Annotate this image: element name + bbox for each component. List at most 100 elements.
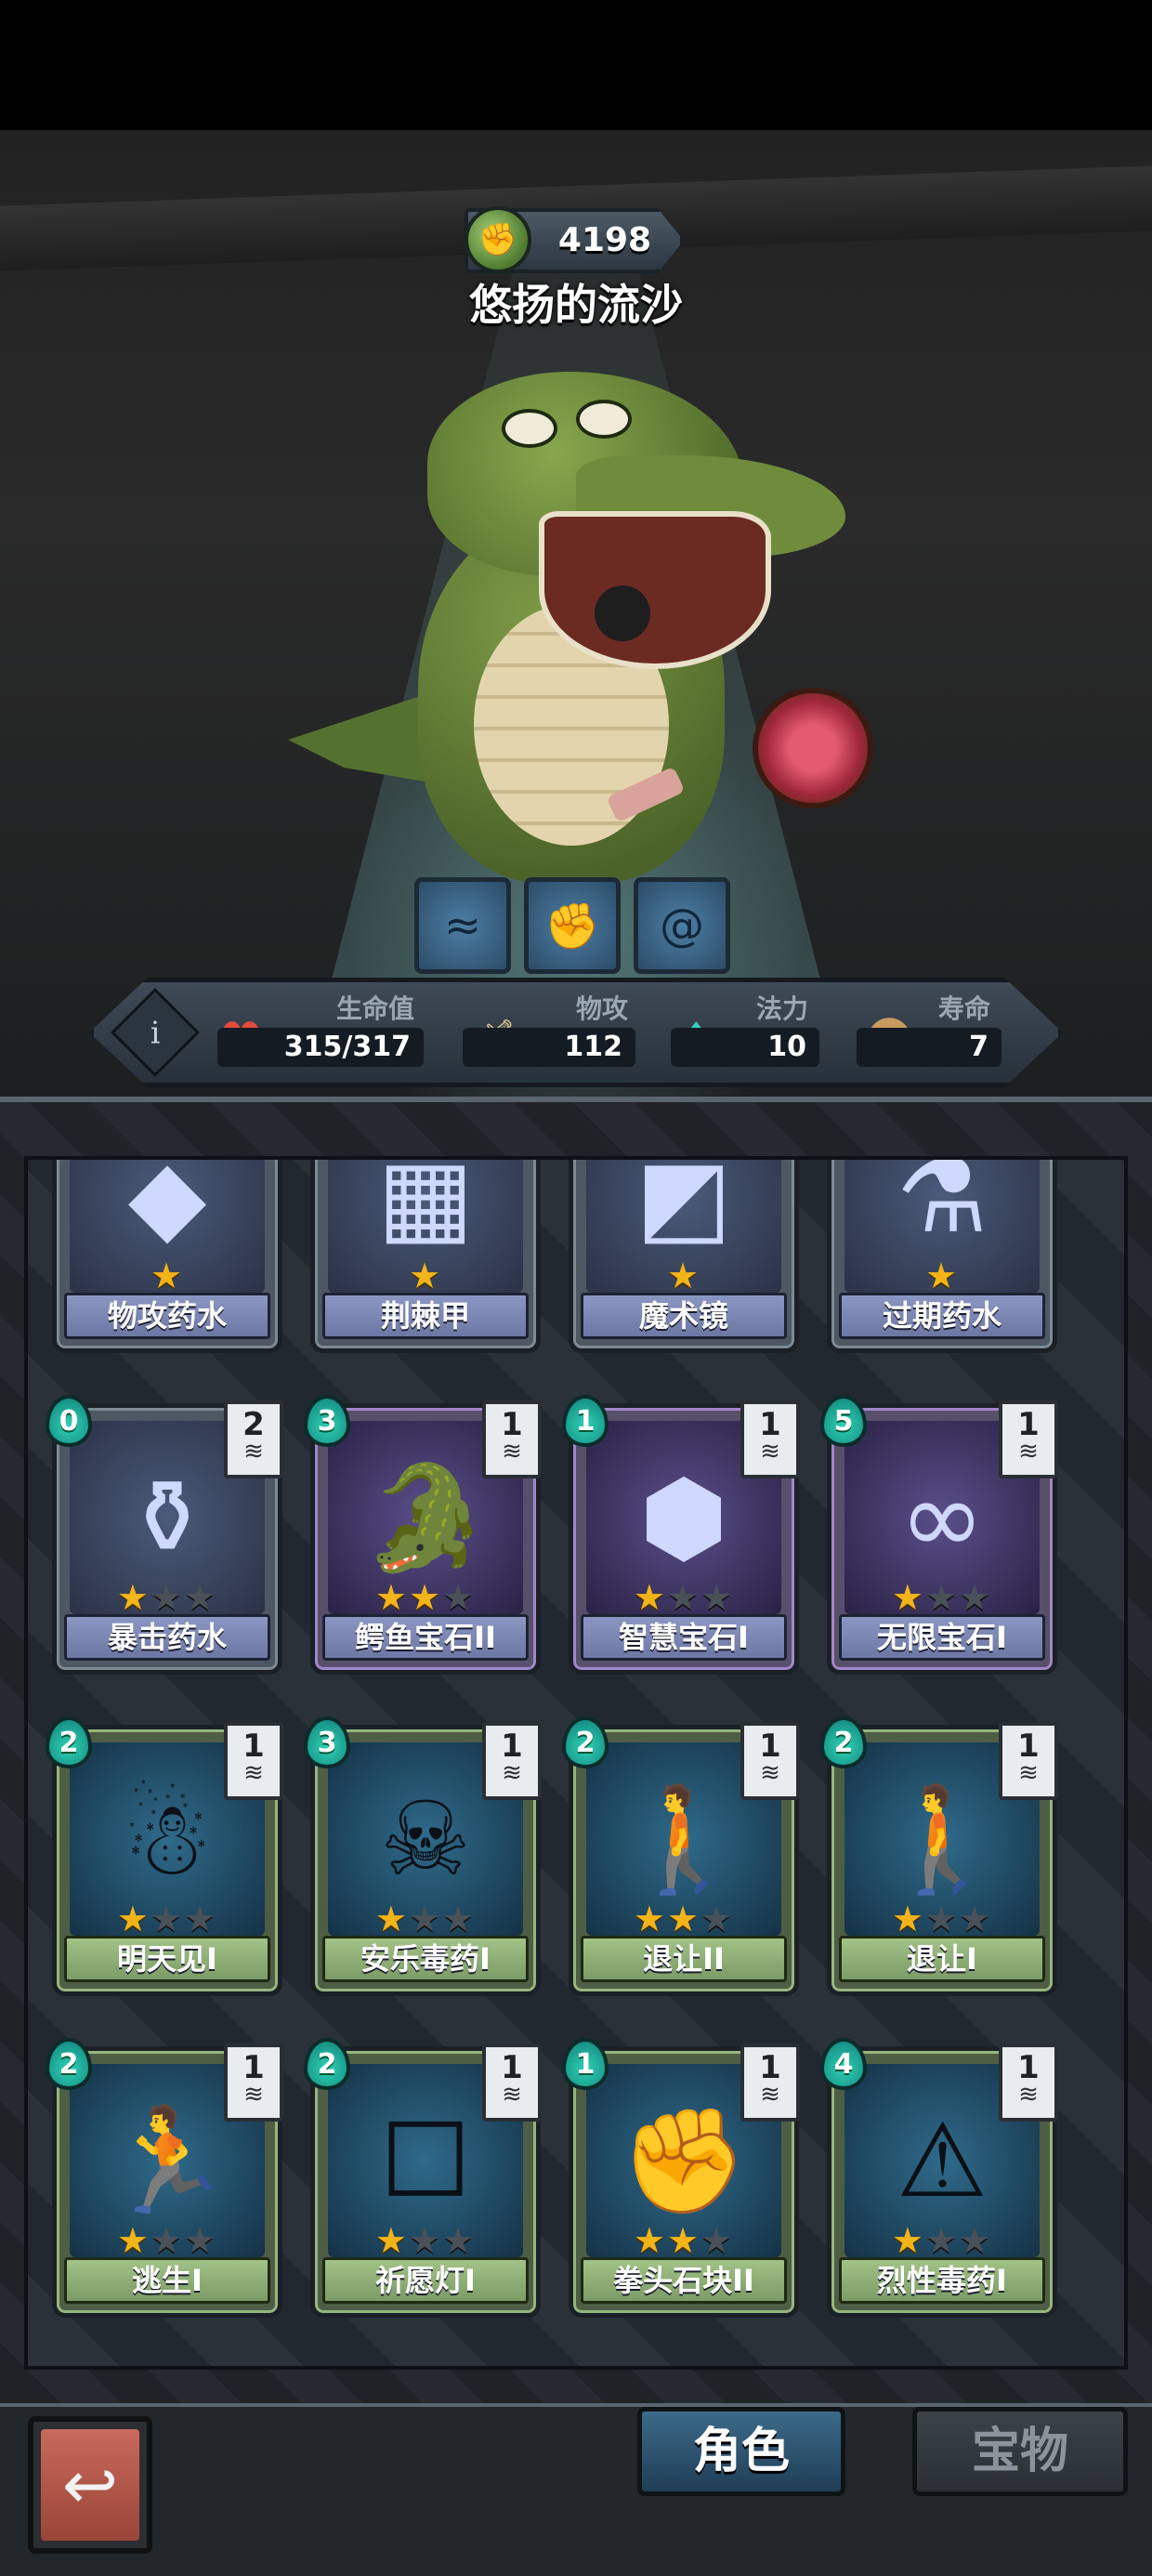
star-filled-icon: ★ — [150, 1255, 185, 1296]
layers-icon: ≋ — [1018, 2081, 1039, 2109]
star-filled-icon: ★ — [633, 1577, 667, 1618]
card-name: 过期药水 — [839, 1293, 1045, 1339]
card-stars: ★★★ — [57, 1900, 278, 1938]
stack-count-badge: 1 ≋ — [224, 1722, 283, 1800]
green-spiral-coin-icon: ✊ — [465, 206, 531, 273]
card[interactable]: ☠ ★★★ 安乐毒药I 3 1 ≋ — [304, 1716, 542, 1996]
card-name: 荆棘甲 — [322, 1293, 529, 1339]
card-name: 退让I — [839, 1936, 1045, 1982]
card[interactable]: ∞ ★★★ 无限宝石I 5 1 ≋ — [820, 1395, 1058, 1675]
skill-fist-icon[interactable]: ✊ — [524, 877, 621, 974]
card-stars: ★★★ — [831, 1579, 1053, 1616]
card[interactable]: 🐊 ★★★ 鳄鱼宝石II 3 1 ≋ — [304, 1395, 542, 1675]
stack-count-badge: 1 ≋ — [740, 1722, 800, 1800]
hero-name: 悠扬的流沙 — [469, 280, 683, 330]
star-empty-icon: ★ — [700, 1899, 735, 1939]
skill-water-icon[interactable]: ≈ — [414, 877, 511, 974]
star-filled-icon: ★ — [891, 1899, 925, 1939]
star-filled-icon: ★ — [374, 2220, 409, 2261]
card-name: 安乐毒药I — [322, 1936, 529, 1982]
tab-treasure[interactable]: 宝物 — [912, 2407, 1128, 2496]
mana-cost-badge: 2 — [304, 2038, 350, 2090]
star-empty-icon: ★ — [442, 1899, 477, 1939]
layers-icon: ≋ — [1018, 1759, 1039, 1787]
star-empty-icon: ★ — [959, 1577, 993, 1618]
star-empty-icon: ★ — [924, 1577, 960, 1618]
star-filled-icon: ★ — [374, 1577, 409, 1618]
star-filled-icon: ★ — [666, 2220, 701, 2261]
card-name: 智慧宝石I — [581, 1614, 787, 1661]
star-empty-icon: ★ — [959, 1899, 993, 1939]
mana-cost-badge: 2 — [46, 2038, 92, 2090]
card-name: 祈愿灯I — [322, 2257, 529, 2304]
star-empty-icon: ★ — [408, 2220, 443, 2261]
card[interactable]: ☐ ★★★ 祈愿灯I 2 1 ≋ — [304, 2038, 542, 2318]
croc-eye-right — [576, 400, 632, 439]
stack-count-badge: 1 ≋ — [224, 2044, 283, 2122]
mp-value: 10 — [671, 1028, 819, 1067]
mana-cost-badge: 5 — [820, 1395, 867, 1447]
layers-icon: ≋ — [502, 2081, 522, 2109]
card-name: 暴击药水 — [64, 1614, 270, 1661]
card-stars: ★ — [573, 1257, 794, 1295]
ham-meat — [753, 688, 873, 808]
life-label: 寿命 — [938, 993, 991, 1024]
card[interactable]: ⚗ ★ 过期药水 — [827, 1160, 1057, 1353]
layers-icon: ≋ — [502, 1438, 522, 1465]
card-name: 逃生I — [64, 2257, 270, 2304]
star-empty-icon: ★ — [150, 1577, 185, 1618]
card[interactable]: ☃ ★★★ 明天见I 2 1 ≋ — [46, 1716, 283, 1996]
card[interactable]: ✊ ★★★ 拳头石块II 1 1 ≋ — [562, 2038, 800, 2318]
card-stars: ★ — [57, 1257, 278, 1295]
mana-cost-badge: 1 — [562, 1395, 609, 1447]
info-icon: i — [150, 1014, 161, 1051]
skill-swirl-icon[interactable]: @ — [634, 877, 730, 974]
mana-cost-badge: 3 — [304, 1395, 350, 1447]
card-name: 拳头石块II — [581, 2257, 787, 2304]
card-grid[interactable]: ◆ ★ 物攻药水 ▦ ★ 荆棘甲 ◩ ★ 魔术镜 ⚗ ★ 过期药水 ⚱ ★★★ 暴击药水 0 2 ≋ 🐊 ★★★ 鳄鱼宝… — [24, 1156, 1128, 2370]
star-filled-icon: ★ — [633, 1899, 667, 1939]
mana-cost-badge: 4 — [820, 2038, 867, 2090]
star-empty-icon: ★ — [700, 2220, 735, 2261]
stack-count-badge: 1 ≋ — [482, 1400, 542, 1479]
card[interactable]: ⚱ ★★★ 暴击药水 0 2 ≋ — [46, 1395, 283, 1675]
card-stars: ★★★ — [315, 1579, 536, 1616]
card-stars: ★ — [831, 1257, 1053, 1295]
star-empty-icon: ★ — [924, 1899, 960, 1939]
star-empty-icon: ★ — [184, 1899, 218, 1939]
card-stars: ★★★ — [573, 1579, 794, 1616]
stack-count-badge: 1 ≋ — [999, 1400, 1058, 1479]
star-empty-icon: ★ — [700, 1577, 735, 1618]
card-name: 物攻药水 — [64, 1293, 270, 1339]
card[interactable]: ◩ ★ 魔术镜 — [569, 1160, 799, 1353]
layers-icon: ≋ — [243, 2081, 264, 2109]
mana-cost-badge: 1 — [562, 2038, 609, 2090]
eye-patch — [595, 585, 650, 641]
mp-label: 法力 — [756, 993, 809, 1024]
card[interactable]: 🏃 ★★★ 逃生I 2 1 ≋ — [46, 2038, 283, 2318]
star-empty-icon: ★ — [408, 1899, 443, 1939]
stack-count-badge: 1 ≋ — [740, 1400, 800, 1479]
layers-icon: ≋ — [760, 1438, 780, 1465]
star-empty-icon: ★ — [150, 2220, 185, 2261]
mana-cost-badge: 2 — [562, 1716, 609, 1768]
star-empty-icon: ★ — [442, 1577, 477, 1618]
card[interactable]: ▦ ★ 荆棘甲 — [310, 1160, 541, 1353]
star-filled-icon: ★ — [408, 1577, 443, 1618]
skill-slots: ≈ ✊ @ — [414, 877, 730, 974]
back-button[interactable]: ↩ — [28, 2416, 152, 2554]
card[interactable]: ⚠ ★★★ 烈性毒药I 4 1 ≋ — [820, 2038, 1058, 2318]
star-empty-icon: ★ — [184, 1577, 218, 1618]
card[interactable]: 🚶 ★★★ 退让II 2 1 ≋ — [562, 1716, 800, 1996]
card[interactable]: ◆ ★ 物攻药水 — [52, 1160, 282, 1353]
back-arrow-icon: ↩ — [41, 2429, 139, 2541]
layers-icon: ≋ — [243, 1759, 264, 1787]
crocodile-character[interactable] — [288, 372, 873, 892]
top-black-bar — [0, 0, 1152, 130]
star-filled-icon: ★ — [408, 1255, 443, 1296]
stack-count-badge: 1 ≋ — [482, 2044, 542, 2122]
tab-character[interactable]: 角色 — [637, 2407, 845, 2496]
star-empty-icon: ★ — [666, 1577, 701, 1618]
card[interactable]: ⬢ ★★★ 智慧宝石I 1 1 ≋ — [562, 1395, 800, 1675]
card[interactable]: 🚶 ★★★ 退让I 2 1 ≋ — [820, 1716, 1058, 1996]
